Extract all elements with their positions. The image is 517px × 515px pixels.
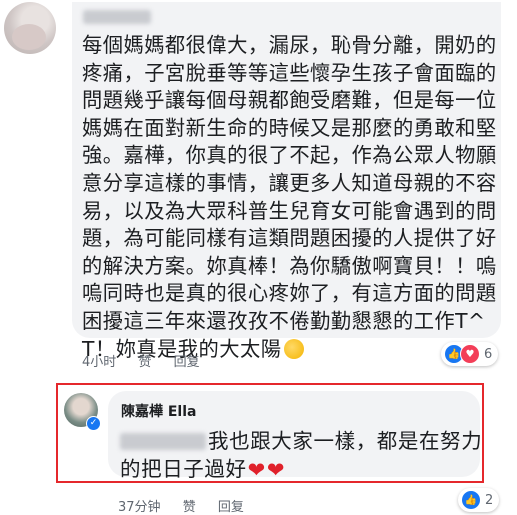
comment-body: 每個媽媽都很偉大，漏尿，恥骨分離，開奶的疼痛，子宮脫垂等等這些懷孕生孩子會面臨的… (82, 33, 497, 361)
comment-text: 每個媽媽都很偉大，漏尿，恥骨分離，開奶的疼痛，子宮脫垂等等這些懷孕生孩子會面臨的… (82, 32, 497, 363)
reply-text-line2: 的把日子過好❤❤ (120, 452, 285, 482)
mention-redacted[interactable] (120, 433, 206, 450)
like-link[interactable]: 赞 (138, 355, 151, 370)
reply-text-line1: 我也跟大家一樣，都是在努力 (120, 424, 482, 454)
reply-reaction-summary[interactable]: 👍 2 (458, 488, 500, 512)
thumbs-up-icon: 👍 (461, 490, 481, 510)
commenter-avatar[interactable] (4, 2, 56, 54)
red-heart-emoji-icon: ❤ (266, 458, 286, 482)
red-heart-emoji-icon: ❤ (247, 458, 266, 482)
reply-author-name[interactable]: 陳嘉樺 Ella (121, 401, 196, 421)
reaction-count: 2 (485, 492, 494, 508)
reply-text-part1: 我也跟大家一樣，都是在努力 (208, 429, 483, 453)
reaction-count: 6 (484, 346, 493, 362)
sun-face-emoji-icon (284, 338, 305, 359)
reply-actions: 37分钟 赞 回复 (118, 496, 262, 515)
verified-badge-icon: ✓ (86, 416, 101, 431)
comment-actions: 4小时 赞 回复 (82, 351, 218, 370)
reply-link[interactable]: 回复 (174, 355, 200, 370)
commenter-name-redacted[interactable] (83, 10, 151, 24)
reaction-summary[interactable]: 👍 ♥ 6 (441, 342, 499, 366)
heart-icon: ♥ (460, 344, 480, 364)
reply-text-part2: 的把日子過好 (120, 457, 247, 481)
comment-timestamp[interactable]: 4小时 (82, 355, 116, 370)
